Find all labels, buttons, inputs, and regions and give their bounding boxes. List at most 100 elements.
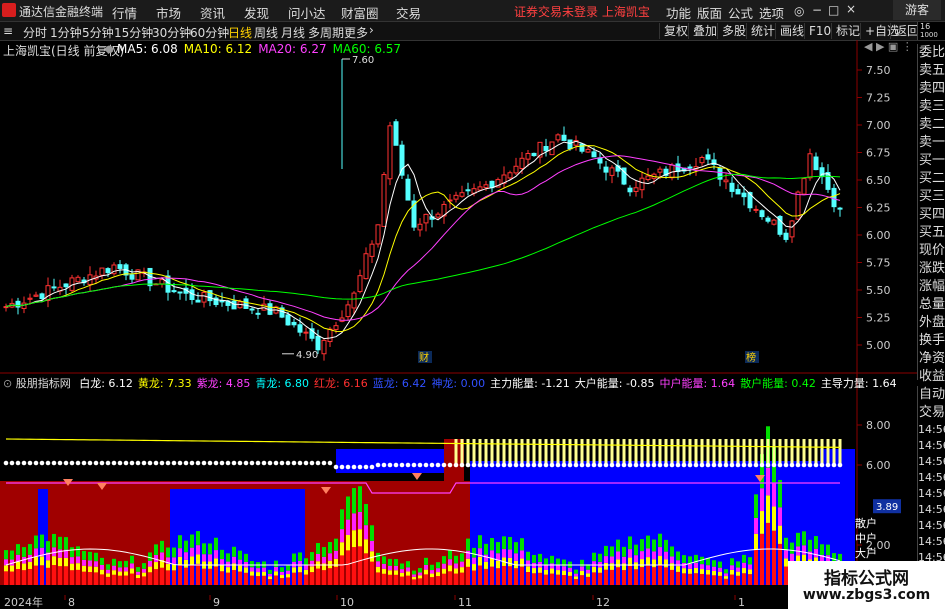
energy-bar xyxy=(322,556,326,564)
quote-field-label[interactable]: 卖一 xyxy=(918,134,945,152)
restore-icon[interactable]: □ xyxy=(828,3,839,17)
energy-bar xyxy=(334,550,338,559)
close-icon[interactable]: × xyxy=(846,2,856,16)
signal-dot xyxy=(75,460,81,466)
quote-field-label[interactable]: 买一 xyxy=(918,152,945,170)
quote-field-label[interactable]: 涨跌 xyxy=(918,260,945,278)
indicator-value: 中户能量: 1.64 xyxy=(659,377,736,390)
energy-bar xyxy=(28,544,32,555)
chart-nav-icons[interactable]: ◀ ▶ ▣ ⋮ xyxy=(864,40,913,53)
menu-wealth[interactable]: 财富圈 xyxy=(341,3,379,22)
menu-trade[interactable]: 交易 xyxy=(396,3,421,22)
quote-field-label[interactable]: 收益 xyxy=(918,368,945,386)
period-15min[interactable]: 15分钟 xyxy=(114,24,153,41)
quote-field-label[interactable]: 卖四 xyxy=(918,80,945,98)
quote-field-label[interactable]: 买三 xyxy=(918,188,945,206)
period-daily[interactable]: 日线 xyxy=(228,24,252,41)
energy-bar xyxy=(472,570,476,585)
energy-bar xyxy=(286,570,290,575)
candle xyxy=(357,275,363,293)
quote-field-label[interactable]: 买四 xyxy=(918,206,945,224)
quote-field-label[interactable]: 卖五 xyxy=(918,62,945,80)
signal-dot xyxy=(813,462,819,468)
login-notice[interactable]: 证券交易未登录 上海凯宝 xyxy=(514,3,650,20)
energy-bar xyxy=(388,570,392,575)
menu-layout[interactable]: 版面 xyxy=(697,3,722,22)
quote-field-label[interactable]: 买二 xyxy=(918,170,945,188)
quote-field-label[interactable]: 外盘 xyxy=(918,314,945,332)
period-1min[interactable]: 1分钟 xyxy=(50,24,82,41)
quote-field-label[interactable]: 换手 xyxy=(918,332,945,350)
energy-bar xyxy=(190,556,194,566)
period-timeshare[interactable]: 分时 xyxy=(23,24,47,41)
period-30min[interactable]: 30分钟 xyxy=(152,24,191,41)
menu-formula[interactable]: 公式 xyxy=(728,3,753,22)
period-60min[interactable]: 60分钟 xyxy=(190,24,229,41)
energy-bar xyxy=(706,565,710,570)
energy-bar xyxy=(106,564,110,570)
quote-field-label[interactable]: 总量 xyxy=(918,296,945,314)
menu-icon[interactable]: ≡ xyxy=(3,24,13,38)
quote-field-label[interactable]: 现价 xyxy=(918,242,945,260)
quote-field-label[interactable]: 买五 xyxy=(918,224,945,242)
energy-bar xyxy=(250,567,254,572)
energy-bar xyxy=(550,568,554,574)
energy-bar xyxy=(352,530,356,548)
chevron-right-icon[interactable]: › xyxy=(369,23,374,37)
energy-bar xyxy=(688,573,692,585)
menu-options[interactable]: 选项 xyxy=(759,3,784,22)
menu-ask[interactable]: 问小达 xyxy=(288,3,326,22)
signal-dot xyxy=(261,460,267,466)
minimize-icon[interactable]: − xyxy=(812,3,822,17)
energy-bar xyxy=(376,572,380,585)
energy-bar xyxy=(646,557,650,566)
energy-bar xyxy=(598,572,602,585)
candle xyxy=(561,134,567,141)
trade-label[interactable]: 交易 xyxy=(918,404,945,422)
notification-icon[interactable]: ◎ xyxy=(794,4,804,18)
energy-bar xyxy=(166,570,170,585)
candle xyxy=(687,166,693,169)
app-logo-icon xyxy=(2,3,16,17)
guest-button[interactable]: 游客 xyxy=(893,0,941,20)
period-more[interactable]: 更多 xyxy=(344,24,368,41)
right-panel-number: 16 xyxy=(920,22,931,31)
quote-field-label[interactable]: 委比 xyxy=(918,44,945,62)
energy-bar xyxy=(664,559,668,568)
energy-bar xyxy=(100,557,104,565)
signal-dot xyxy=(513,462,519,468)
quote-field-label[interactable]: 净资 xyxy=(918,350,945,368)
menu-function[interactable]: 功能 xyxy=(666,3,691,22)
ma-label: MA5: 6.08 xyxy=(117,42,178,56)
signal-dot xyxy=(657,462,663,468)
trade-label[interactable]: 自动 xyxy=(918,386,945,404)
period-5min[interactable]: 5分钟 xyxy=(82,24,114,41)
quote-field-label[interactable]: 卖三 xyxy=(918,98,945,116)
chart-area[interactable]: 7.50 7.25 7.00 6.75 6.50 6.25 6.00 5.75 5.50 5.25… xyxy=(0,40,917,609)
menu-discover[interactable]: 发现 xyxy=(244,3,269,22)
energy-bar xyxy=(430,564,434,571)
period-weekly[interactable]: 周线 xyxy=(254,24,278,41)
signal-dot xyxy=(549,462,555,468)
quote-field-label[interactable]: 涨幅 xyxy=(918,278,945,296)
energy-bar xyxy=(16,544,20,555)
indicator-settings-icon[interactable]: ⊙ xyxy=(3,377,12,390)
period-monthly[interactable]: 月线 xyxy=(281,24,305,41)
energy-bar xyxy=(622,556,626,564)
signal-bar xyxy=(772,439,776,465)
period-multi[interactable]: 多周期 xyxy=(308,24,344,41)
menu-market[interactable]: 市场 xyxy=(156,3,181,22)
signal-dot xyxy=(141,460,147,466)
energy-bar xyxy=(352,547,356,585)
signal-dot xyxy=(321,460,327,466)
energy-bar xyxy=(292,561,296,568)
signal-dot xyxy=(711,462,717,468)
candle xyxy=(771,219,777,225)
menu-quotes[interactable]: 行情 xyxy=(112,3,137,22)
indicator-value: 青龙: 6.80 xyxy=(255,377,310,390)
signal-dot xyxy=(699,462,705,468)
menu-news[interactable]: 资讯 xyxy=(200,3,225,22)
energy-bar xyxy=(424,564,428,570)
quote-field-label[interactable]: 卖二 xyxy=(918,116,945,134)
settings-icon[interactable]: ● xyxy=(105,44,114,55)
